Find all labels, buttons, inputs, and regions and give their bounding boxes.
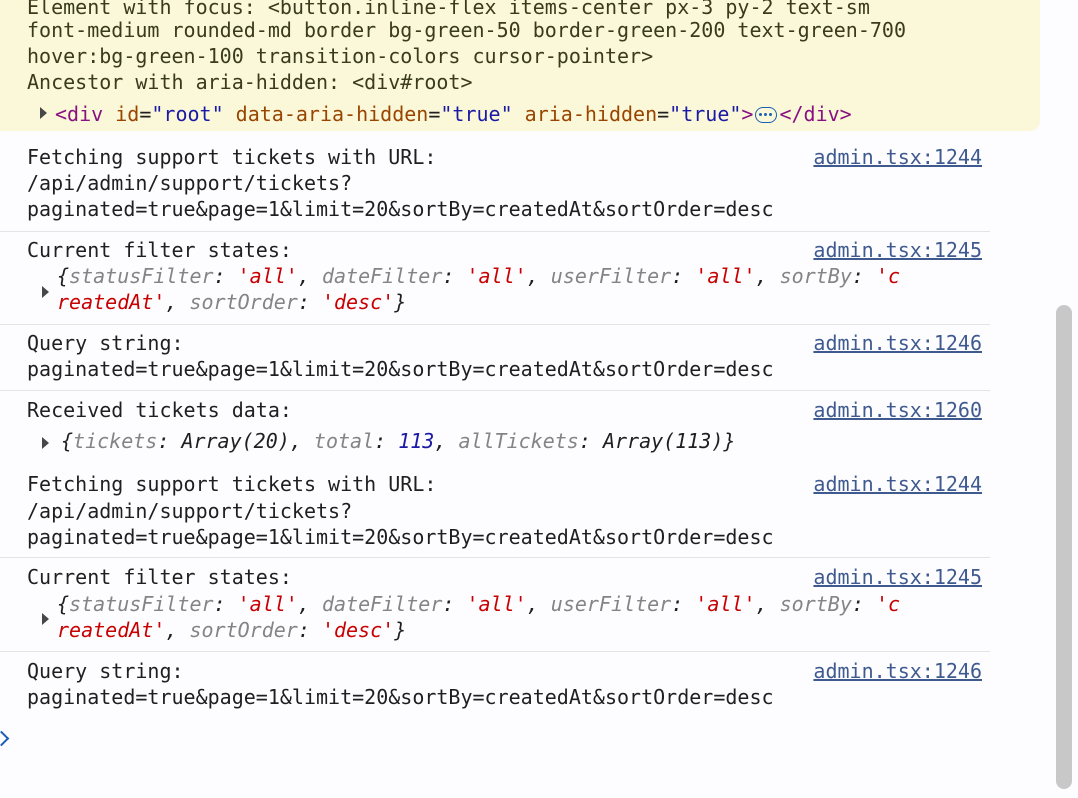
source-link[interactable]: admin.tsx:1245 — [813, 237, 982, 263]
attribute-name: aria-hidden — [524, 102, 658, 126]
console-message: Query string: admin.tsx:1246 paginated=t… — [0, 651, 990, 721]
object-preview[interactable]: {statusFilter: 'all', dateFilter: 'all',… — [57, 263, 900, 289]
attribute-value: "true" — [440, 102, 513, 126]
message-text: paginated=true&page=1&limit=20&sortBy=cr… — [27, 525, 774, 549]
expand-triangle-icon[interactable] — [40, 107, 47, 119]
expand-triangle-icon[interactable] — [42, 613, 49, 625]
element-close-bracket: > — [741, 102, 754, 126]
source-link[interactable]: admin.tsx:1246 — [813, 330, 982, 356]
element-close-tag: </div> — [779, 102, 852, 126]
source-link[interactable]: admin.tsx:1260 — [813, 397, 982, 423]
message-text: /api/admin/support/tickets? — [27, 499, 353, 523]
warning-line: font-medium rounded-md border bg-green-5… — [27, 18, 906, 42]
message-text: /api/admin/support/tickets? — [27, 171, 353, 195]
source-link[interactable]: admin.tsx:1245 — [813, 564, 982, 590]
warning-line: Ancestor with aria-hidden: <div#root> — [27, 70, 473, 94]
message-text: Query string: — [27, 331, 184, 355]
source-link[interactable]: admin.tsx:1244 — [813, 144, 982, 170]
console-message: Received tickets data: admin.tsx:1260 {t… — [0, 390, 990, 457]
devtools-console: Element with focus: <button.inline-flex … — [0, 0, 1078, 798]
expand-triangle-icon[interactable] — [42, 286, 49, 298]
object-preview-continued[interactable]: reatedAt', sortOrder: 'desc'} — [57, 289, 406, 315]
element-open-tag: <div — [55, 102, 104, 126]
console-message: Query string: admin.tsx:1246 paginated=t… — [0, 324, 990, 391]
console-prompt-chevron-icon[interactable] — [0, 730, 10, 747]
expand-triangle-icon[interactable] — [42, 437, 49, 449]
message-text: paginated=true&page=1&limit=20&sortBy=cr… — [27, 685, 774, 709]
message-text: Fetching support tickets with URL: — [27, 472, 437, 496]
console-message: Current filter states: admin.tsx:1245 {s… — [0, 231, 990, 325]
object-preview[interactable]: {statusFilter: 'all', dateFilter: 'all',… — [57, 591, 900, 617]
object-preview-continued[interactable]: reatedAt', sortOrder: 'desc'} — [57, 617, 406, 643]
scrollbar-thumb[interactable] — [1056, 305, 1072, 789]
attribute-value: "true" — [669, 102, 742, 126]
message-text: paginated=true&page=1&limit=20&sortBy=cr… — [27, 197, 774, 221]
attribute-name: id — [115, 102, 140, 126]
message-text: paginated=true&page=1&limit=20&sortBy=cr… — [27, 357, 774, 381]
message-text: Received tickets data: — [27, 398, 292, 422]
warning-line: hover:bg-green-100 transition-colors cur… — [27, 44, 654, 68]
attribute-value: "root" — [151, 102, 224, 126]
aria-hidden-warning: Element with focus: <button.inline-flex … — [0, 0, 1040, 131]
console-message: Current filter states: admin.tsx:1245 {s… — [0, 557, 990, 652]
console-message: Fetching support tickets with URL: admin… — [0, 131, 990, 232]
object-preview[interactable]: {tickets: Array(20), total: 113, allTick… — [61, 428, 735, 454]
root-element-node[interactable]: <div id="root" data-aria-hidden="true" a… — [40, 101, 852, 127]
attribute-name: data-aria-hidden — [235, 102, 429, 126]
message-text: Query string: — [27, 659, 184, 683]
message-text: Current filter states: — [27, 238, 292, 262]
source-link[interactable]: admin.tsx:1246 — [813, 658, 982, 684]
ellipsis-icon[interactable] — [755, 107, 778, 123]
message-text: Current filter states: — [27, 565, 292, 589]
message-text: Fetching support tickets with URL: — [27, 145, 437, 169]
source-link[interactable]: admin.tsx:1244 — [813, 471, 982, 497]
console-message: Fetching support tickets with URL: admin… — [0, 461, 990, 558]
